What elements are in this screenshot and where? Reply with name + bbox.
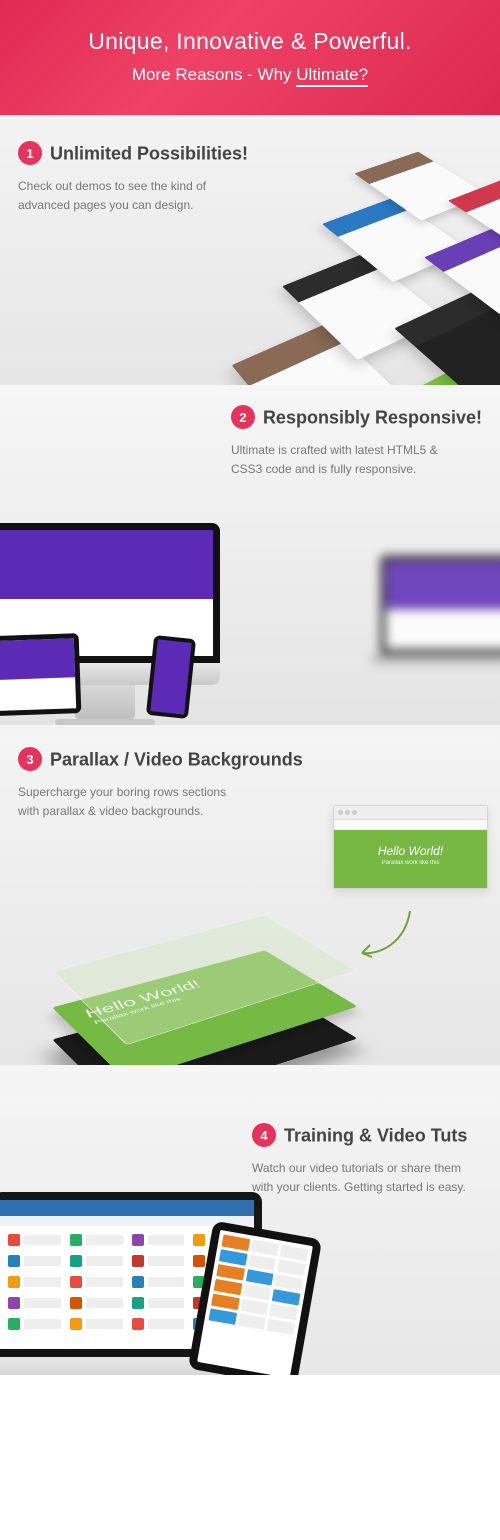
section-desc: Check out demos to see the kind of advan… bbox=[18, 177, 238, 214]
section-number-badge: 1 bbox=[18, 141, 42, 165]
section-number-badge: 3 bbox=[18, 747, 42, 771]
browser-viewport: Hello World! Parallax work like this bbox=[334, 830, 487, 888]
section-responsive: 2Responsibly Responsive! Ultimate is cra… bbox=[0, 385, 500, 725]
hero-subtitle: More Reasons - Why Ultimate? bbox=[20, 65, 480, 85]
laptop-mockup bbox=[370, 555, 500, 685]
section-desc: Ultimate is crafted with latest HTML5 & … bbox=[231, 441, 451, 478]
phone-mockup bbox=[146, 635, 196, 719]
browser-url-bar bbox=[334, 820, 487, 830]
section-title: 2Responsibly Responsive! bbox=[231, 407, 482, 431]
dashboard-header bbox=[0, 1200, 254, 1216]
browser-mockup: Hello World! Parallax work like this bbox=[333, 805, 488, 889]
hero-highlight: Ultimate? bbox=[296, 65, 368, 87]
section-title: 4Training & Video Tuts bbox=[252, 1125, 482, 1149]
browser-traffic-lights-icon bbox=[334, 806, 487, 820]
section-training: 4Training & Video Tuts Watch our video t… bbox=[0, 1065, 500, 1375]
section-desc: Watch our video tutorials or share them … bbox=[252, 1159, 482, 1196]
tablet-mockup bbox=[0, 633, 81, 717]
section-possibilities: 1Unlimited Possibilities! Check out demo… bbox=[0, 115, 500, 385]
section-desc: Supercharge your boring rows sections wi… bbox=[18, 783, 238, 820]
section-number-badge: 2 bbox=[231, 405, 255, 429]
section-number-badge: 4 bbox=[252, 1123, 276, 1147]
hero-banner: Unique, Innovative & Powerful. More Reas… bbox=[0, 0, 500, 115]
hero-title: Unique, Innovative & Powerful. bbox=[20, 28, 480, 55]
parallax-layers: Hello World!Parallax work like this bbox=[40, 895, 370, 1065]
browser-subtext: Parallax work like this bbox=[334, 860, 487, 866]
section-parallax: 3Parallax / Video Backgrounds Supercharg… bbox=[0, 725, 500, 1065]
browser-heading: Hello World! bbox=[334, 844, 487, 858]
section-title: 3Parallax / Video Backgrounds bbox=[18, 749, 482, 773]
